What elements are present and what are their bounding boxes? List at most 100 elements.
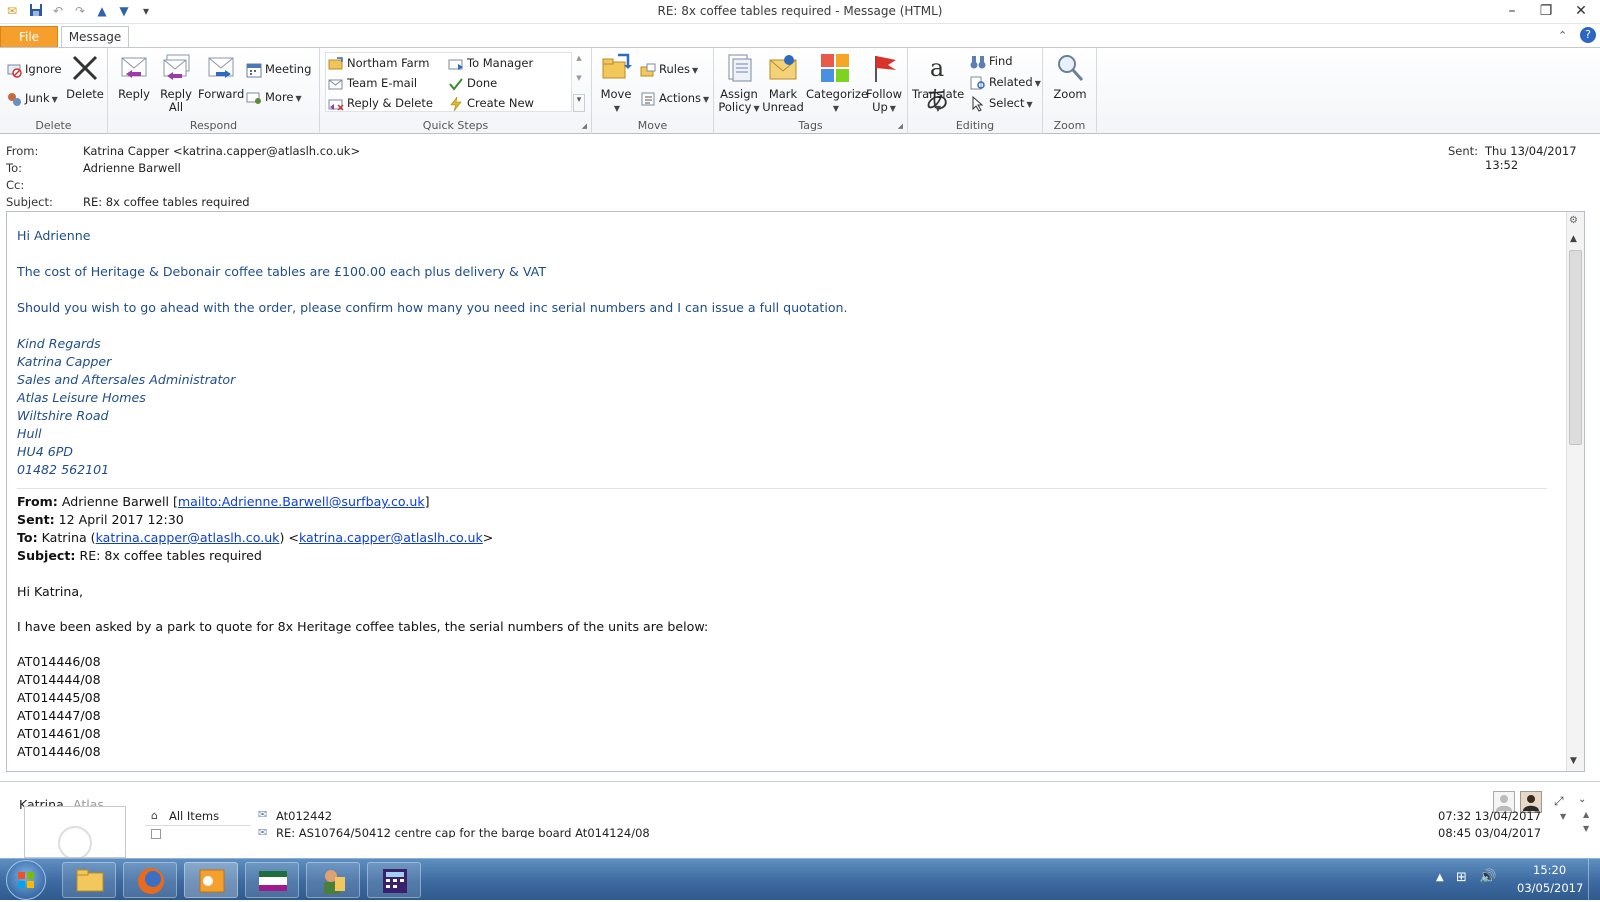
follow-up-button[interactable]: Follow Up ▼ bbox=[864, 52, 904, 115]
scroll-thumb[interactable] bbox=[1569, 250, 1582, 445]
tab-file[interactable]: File bbox=[0, 26, 58, 48]
clock-time[interactable]: 15:20 bbox=[1533, 863, 1566, 877]
network-icon[interactable]: ⊞ bbox=[1456, 870, 1467, 885]
forward-icon bbox=[205, 52, 237, 84]
reply-all-button[interactable]: Reply All bbox=[156, 52, 196, 114]
translate-label: Translate bbox=[912, 87, 965, 101]
file-explorer-icon[interactable] bbox=[62, 862, 116, 898]
close-button[interactable]: ✕ bbox=[1568, 2, 1594, 20]
more-respond-button[interactable]: More ▼ bbox=[246, 88, 302, 106]
quickstep-reply-delete[interactable]: Reply & Delete bbox=[328, 94, 433, 112]
all-items-tab[interactable]: ⌂ All Items bbox=[145, 806, 251, 826]
quoted-to-link[interactable]: katrina.capper@atlaslh.co.uk bbox=[299, 530, 483, 545]
gallery-down-icon[interactable]: ▼ bbox=[573, 74, 585, 92]
show-desktop-button[interactable] bbox=[1588, 859, 1600, 901]
minimize-button[interactable]: – bbox=[1499, 2, 1525, 20]
junk-button[interactable]: Junk ▼ bbox=[6, 89, 58, 107]
delete-button[interactable]: Delete bbox=[66, 52, 104, 101]
dialog-launcher-icon[interactable]: ◢ bbox=[582, 122, 587, 130]
gallery-up-icon[interactable]: ▲ bbox=[573, 54, 585, 72]
restore-button[interactable]: ❐ bbox=[1533, 2, 1559, 20]
quoted-intro: I have been asked by a park to quote for… bbox=[17, 619, 709, 634]
activity-row[interactable]: ✉ RE: AS10764/50412 centre cap for the b… bbox=[258, 826, 1578, 838]
gallery-expand-icon[interactable]: ▾ bbox=[573, 94, 585, 112]
quickstep-done[interactable]: Done bbox=[448, 74, 497, 92]
reply-button[interactable]: Reply bbox=[116, 52, 152, 101]
message-body[interactable]: Hi Adrienne The cost of Heritage & Debon… bbox=[6, 211, 1585, 772]
quote-divider bbox=[17, 488, 1547, 489]
outlook-taskbar-icon[interactable] bbox=[184, 862, 238, 898]
categorize-button[interactable]: Categorize ▼ bbox=[806, 52, 868, 115]
scroll-down-icon[interactable]: ▼ bbox=[1570, 756, 1577, 766]
actions-icon bbox=[640, 91, 656, 107]
clock-date[interactable]: 03/05/2017 bbox=[1517, 881, 1583, 895]
ignore-button[interactable]: Ignore bbox=[6, 60, 62, 78]
quickstep-northam-farm[interactable]: Northam Farm bbox=[328, 54, 429, 72]
reply-all-icon bbox=[160, 52, 192, 84]
minimize-ribbon-icon[interactable]: ⌃ bbox=[1558, 29, 1567, 42]
scroll-up-icon[interactable]: ▲ bbox=[1570, 234, 1577, 244]
tab-message[interactable]: Message bbox=[61, 26, 129, 49]
collapse-people-pane-icon[interactable]: ⌄ bbox=[1578, 794, 1586, 805]
rules-button[interactable]: Rules ▼ bbox=[640, 60, 698, 78]
activity-row[interactable]: ✉ At012442 07:32 13/04/2017 bbox=[258, 807, 1578, 825]
title-bar: ✉ ↶ ↷ ▲ ▼ ▾ RE: 8x coffee tables require… bbox=[0, 0, 1600, 24]
activity-checkbox[interactable] bbox=[151, 829, 161, 839]
binoculars-icon bbox=[970, 54, 986, 70]
cursor-icon bbox=[970, 95, 986, 112]
categorize-icon bbox=[819, 52, 851, 84]
checkmark-icon bbox=[448, 76, 464, 92]
view-options-icon[interactable]: ⚙ bbox=[1569, 215, 1578, 226]
list-scroll-up-icon[interactable]: ▲ bbox=[1583, 810, 1589, 819]
quoted-to-end: > bbox=[482, 530, 494, 545]
assign-policy-button[interactable]: Assign Policy ▼ bbox=[718, 52, 760, 115]
move-button[interactable]: Move ▼ bbox=[598, 52, 634, 115]
quickstep-to-manager[interactable]: To Manager bbox=[448, 54, 533, 72]
quoted-subject-label: Subject: bbox=[17, 548, 76, 563]
volume-icon[interactable]: 🔊 bbox=[1479, 869, 1496, 885]
vertical-scrollbar[interactable]: ⚙ ▲ ▼ bbox=[1566, 212, 1584, 771]
rules-label: Rules bbox=[659, 62, 691, 76]
quoted-subject-line: Subject: RE: 8x coffee tables required bbox=[17, 548, 262, 563]
dialog-launcher-icon[interactable]: ◢ bbox=[898, 122, 903, 130]
from-value[interactable]: Katrina Capper <katrina.capper@atlaslh.c… bbox=[83, 144, 360, 158]
quoted-sent-label: Sent: bbox=[17, 512, 55, 527]
quoted-to-link[interactable]: katrina.capper@atlaslh.co.uk bbox=[96, 530, 280, 545]
windows-taskbar: ▲ ⊞ 🔊 15:20 03/05/2017 bbox=[0, 858, 1600, 901]
delete-group: Ignore Junk ▼ Delete Delete bbox=[0, 48, 108, 134]
contacts-app-icon[interactable] bbox=[306, 862, 360, 898]
activity-time: 08:45 03/04/2017 bbox=[1438, 826, 1542, 838]
find-button[interactable]: Find bbox=[970, 52, 1013, 70]
meeting-button[interactable]: Meeting bbox=[246, 60, 311, 78]
sage-icon[interactable] bbox=[245, 862, 299, 898]
serial-number: AT014461/08 bbox=[17, 726, 101, 741]
sent-value: Thu 13/04/2017 13:52 bbox=[1485, 144, 1577, 172]
quickstep-label: To Manager bbox=[467, 56, 534, 70]
row-expand-icon[interactable]: ▼ bbox=[1560, 812, 1566, 821]
translate-button[interactable]: aあ Translate ▼ bbox=[912, 52, 965, 115]
quickstep-team-email[interactable]: Team E-mail bbox=[328, 74, 417, 92]
quickstep-create-new[interactable]: Create New bbox=[448, 94, 534, 112]
actions-button[interactable]: Actions ▼ bbox=[640, 89, 709, 107]
start-button[interactable] bbox=[6, 860, 46, 900]
select-button[interactable]: Select ▼ bbox=[970, 94, 1033, 112]
to-value[interactable]: Adrienne Barwell bbox=[83, 161, 181, 175]
quoted-from-label: From: bbox=[17, 494, 58, 509]
firefox-icon[interactable] bbox=[123, 862, 177, 898]
calculator-app-icon[interactable] bbox=[367, 862, 421, 898]
show-hidden-icons-icon[interactable]: ▲ bbox=[1436, 872, 1444, 883]
quoted-from-link[interactable]: mailto:Adrienne.Barwell@surfbay.co.uk bbox=[178, 494, 425, 509]
quickstep-label: Northam Farm bbox=[347, 56, 430, 70]
signature-line: Kind Regards bbox=[17, 336, 101, 351]
related-label: Related bbox=[989, 75, 1033, 89]
zoom-button[interactable]: Zoom bbox=[1049, 52, 1091, 101]
related-icon bbox=[970, 75, 986, 91]
help-icon[interactable]: ? bbox=[1580, 27, 1596, 43]
respond-group-label: Respond bbox=[189, 119, 238, 132]
forward-button[interactable]: Forward bbox=[198, 52, 244, 101]
people-pane: Katrina Atlas ⤢ ⌄ ⌂ All Items ✉ At012442… bbox=[0, 781, 1600, 860]
related-button[interactable]: Related ▼ bbox=[970, 73, 1041, 91]
activity-subject: RE: AS10764/50412 centre cap for the bar… bbox=[276, 826, 650, 838]
list-scroll-down-icon[interactable]: ▼ bbox=[1583, 824, 1589, 833]
mark-unread-button[interactable]: Mark Unread bbox=[762, 52, 804, 114]
